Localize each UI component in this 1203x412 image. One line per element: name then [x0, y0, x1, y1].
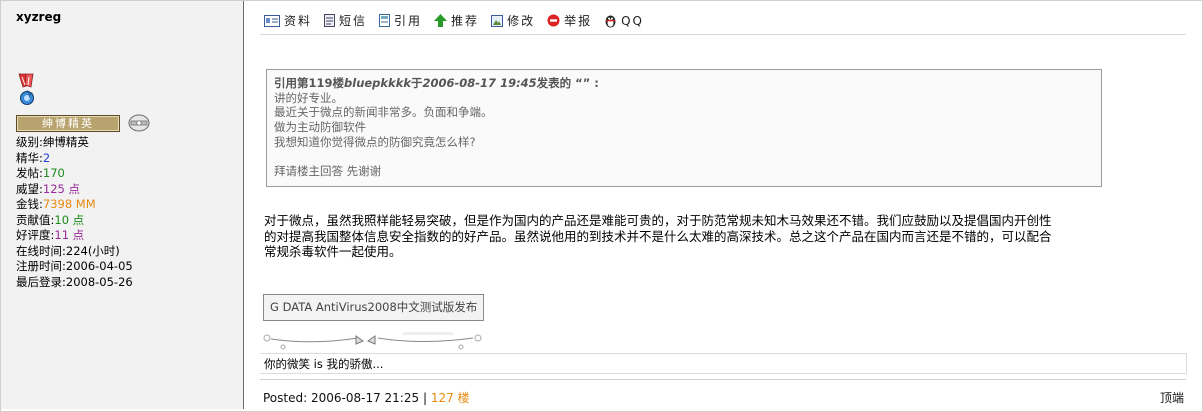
author-stats: 级别:绅博精英 精华:2 发帖:170 威望:125 点 金钱:7398 MM … — [16, 135, 133, 290]
signature-text: 你的微笑 is 我的骄傲... — [264, 357, 384, 371]
medal-icon — [18, 73, 34, 105]
author-name[interactable]: xyzreg — [16, 10, 61, 24]
stat-level: 级别:绅博精英 — [16, 135, 89, 149]
post-body-line: 对于微点，虽然我照样能轻易突破，但是作为国内的产品还是难能可贵的，对于防范常规未… — [264, 213, 1052, 228]
toolbar-divider — [260, 34, 1186, 35]
stat-posts: 发帖:170 — [16, 166, 65, 180]
quote-label: Quote: — [270, 57, 301, 67]
recommend-button[interactable]: 推荐 — [434, 12, 479, 29]
stat-register-date: 注册时间:2006-04-05 — [16, 259, 133, 273]
quote-header: 引用第119楼bluepkkkk于2006-08-17 19:45发表的 “” … — [274, 76, 599, 90]
post-body: 对于微点，虽然我照样能轻易突破，但是作为国内的产品还是难能可贵的，对于防范常规未… — [264, 213, 1164, 260]
message-button[interactable]: 短信 — [324, 12, 367, 29]
recommend-arrow-icon — [434, 14, 448, 27]
message-icon — [324, 14, 336, 27]
author-sidebar: xyzreg 绅博精英 级别:绅博精英 精华:2 发帖:170 威望:125 点… — [1, 1, 244, 409]
post-body-line: 的对提高我国整体信息安全指数的的好产品。虽然说他用的到技术并不是什么太难的高深技… — [264, 228, 1052, 244]
stat-money: 金钱:7398 MM — [16, 197, 96, 211]
profile-button[interactable]: 资料 — [264, 12, 312, 29]
quote-block: 引用第119楼bluepkkkk于2006-08-17 19:45发表的 “” … — [266, 69, 1102, 187]
stat-online-time: 在线时间:224(小时) — [16, 243, 120, 258]
qq-penguin-icon — [605, 15, 616, 27]
post-body-line: 常规杀毒软件一起使用。 — [264, 244, 402, 259]
stat-prestige: 威望:125 点 — [16, 181, 80, 196]
stop-icon — [547, 14, 560, 27]
post-content: 资料 短信 引用 推荐 修改 举报 QQ Quote: 引用第119楼bluep… — [248, 1, 1200, 409]
rank-badge: 绅博精英 — [16, 114, 120, 132]
stat-contribution: 贡献值:10 点 — [16, 212, 85, 227]
quote-author: bluepkkkk — [344, 76, 411, 90]
post-time: 2006-08-17 21:25 — [310, 391, 420, 405]
quote-doc-icon — [379, 14, 391, 27]
related-thread-link[interactable]: G DATA AntiVirus2008中文测试版发布 — [263, 294, 485, 321]
quote-button[interactable]: 引用 — [379, 12, 422, 29]
quote-line: 拜请楼主回答 先谢谢 — [274, 164, 382, 179]
quote-time: 2006-08-17 19:45 — [422, 76, 537, 90]
signature-divider-ornament — [263, 332, 482, 350]
quote-line: 我想知道你觉得微点的防御究竟怎么样? — [274, 134, 476, 149]
stat-rating: 好评度:11 点 — [16, 228, 85, 242]
edit-button[interactable]: 修改 — [491, 12, 535, 29]
stat-digest: 精华:2 — [16, 150, 51, 165]
footer-divider — [260, 379, 1186, 380]
back-to-top-link[interactable]: 顶端 — [1160, 389, 1184, 406]
qq-button[interactable]: QQ — [604, 12, 644, 29]
quote-line: 最近关于微点的新闻非常多。负面和争端。 — [274, 105, 493, 120]
quote-line: 讲的好专业。 — [274, 90, 343, 105]
post-toolbar: 资料 短信 引用 推荐 修改 举报 QQ — [264, 12, 644, 29]
quote-line: 做为主动防御软件 — [274, 120, 366, 135]
rank-row: 绅博精英 — [16, 114, 150, 132]
stat-last-login: 最后登录:2008-05-26 — [16, 274, 133, 289]
profile-card-icon — [264, 14, 280, 27]
post-meta: Posted: 2006-08-17 21:25 | 127 楼 — [263, 391, 470, 405]
edit-image-icon — [491, 14, 504, 27]
quote-line — [274, 150, 599, 165]
signature-box — [260, 353, 1187, 374]
report-button[interactable]: 举报 — [547, 12, 592, 29]
rank-level-icon — [128, 114, 150, 132]
floor-number[interactable]: 127 楼 — [431, 391, 470, 405]
